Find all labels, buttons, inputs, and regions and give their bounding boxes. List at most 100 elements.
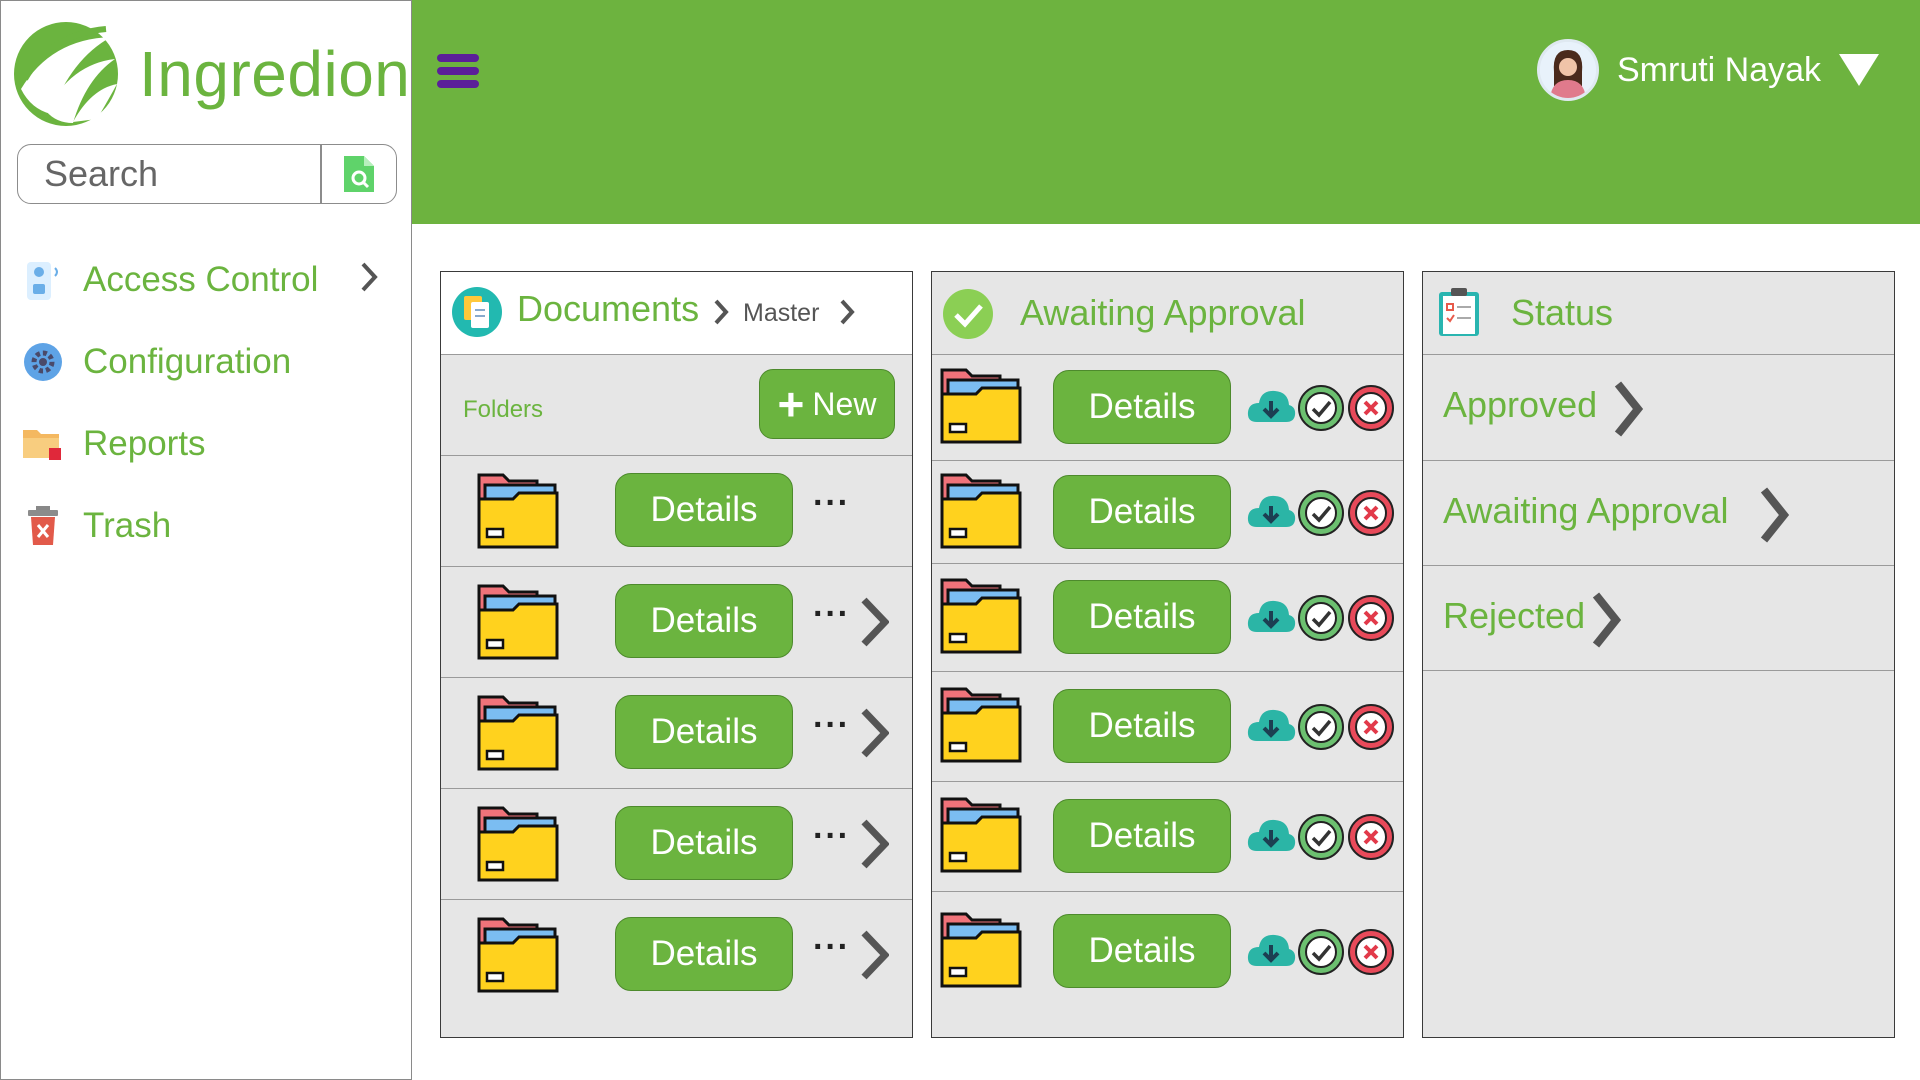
details-button[interactable]: Details [615, 695, 793, 769]
document-search-icon [344, 156, 374, 192]
access-control-icon [21, 258, 65, 302]
folder-icon[interactable] [940, 910, 1022, 990]
folder-icon[interactable] [477, 915, 559, 995]
approve-icon[interactable] [1296, 488, 1346, 538]
search-input[interactable] [28, 151, 328, 197]
reject-icon[interactable] [1346, 702, 1396, 752]
folder-icon[interactable] [477, 471, 559, 551]
folder-icon[interactable] [940, 366, 1022, 446]
details-button[interactable]: Details [1053, 689, 1231, 763]
folder-icon[interactable] [477, 582, 559, 662]
download-icon[interactable] [1245, 491, 1297, 533]
download-icon[interactable] [1245, 386, 1297, 428]
sidebar-item-configuration[interactable]: Configuration [21, 321, 401, 403]
chevron-right-icon [1613, 380, 1644, 443]
more-options-button[interactable]: ··· [813, 484, 850, 523]
approve-icon[interactable] [1296, 383, 1346, 433]
status-item-label: Awaiting Approval [1443, 490, 1729, 531]
chevron-right-icon[interactable] [839, 298, 855, 326]
user-menu[interactable]: Smruti Nayak [1537, 38, 1880, 102]
new-folder-button[interactable]: + New [759, 369, 895, 439]
details-button[interactable]: Details [615, 917, 793, 991]
folder-icon[interactable] [477, 693, 559, 773]
approve-icon[interactable] [1296, 812, 1346, 862]
sidebar-item-reports[interactable]: Reports [21, 403, 401, 485]
awaiting-panel-header: Awaiting Approval [932, 272, 1403, 355]
search-box [17, 144, 397, 204]
details-button[interactable]: Details [1053, 475, 1231, 549]
chevron-right-icon[interactable] [859, 930, 890, 985]
status-item-awaiting-approval[interactable]: Awaiting Approval [1423, 461, 1894, 566]
status-panel: Status Approved Awaiting Approval Reject… [1422, 271, 1895, 1038]
folders-label: Folders [463, 396, 544, 423]
approve-icon[interactable] [1296, 927, 1346, 977]
clipboard-icon [1439, 288, 1479, 336]
chevron-right-icon [1759, 486, 1790, 549]
folder-icon[interactable] [940, 685, 1022, 765]
details-button[interactable]: Details [1053, 914, 1231, 988]
more-options-button[interactable]: ··· [813, 928, 850, 967]
trash-icon [21, 504, 65, 548]
reject-icon[interactable] [1346, 593, 1396, 643]
status-item-rejected[interactable]: Rejected [1423, 566, 1894, 671]
sidebar-item-label: Trash [83, 506, 172, 545]
status-title: Status [1511, 292, 1614, 333]
download-icon[interactable] [1245, 815, 1297, 857]
table-row: Details ··· [441, 567, 912, 678]
folder-icon[interactable] [940, 576, 1022, 656]
search-button[interactable] [322, 145, 396, 203]
app-root: Ingredion Search Access Control Configur… [0, 0, 1920, 1080]
more-options-button[interactable]: ··· [813, 817, 850, 856]
details-button[interactable]: Details [1053, 799, 1231, 873]
plus-icon: + [777, 378, 805, 430]
reject-icon[interactable] [1346, 488, 1396, 538]
details-button[interactable]: Details [1053, 370, 1231, 444]
details-button[interactable]: Details [615, 806, 793, 880]
table-row: Details [932, 461, 1403, 564]
download-icon[interactable] [1245, 930, 1297, 972]
sidebar-nav: Access Control Configuration Reports Tra… [21, 239, 401, 567]
chevron-right-icon[interactable] [859, 597, 890, 652]
sidebar-item-label: Configuration [83, 342, 292, 381]
folder-icon[interactable] [477, 804, 559, 884]
reject-icon[interactable] [1346, 812, 1396, 862]
sidebar-item-label: Access Control [83, 260, 319, 299]
details-button[interactable]: Details [1053, 580, 1231, 654]
documents-panel: Documents Master Folders + New Details ·… [440, 271, 913, 1038]
details-button[interactable]: Details [615, 473, 793, 547]
awaiting-title: Awaiting Approval [1020, 292, 1306, 333]
avatar [1537, 39, 1599, 101]
documents-icon [452, 287, 502, 337]
reject-icon[interactable] [1346, 927, 1396, 977]
sidebar-item-access-control[interactable]: Access Control [21, 239, 401, 321]
status-panel-header: Status [1423, 272, 1894, 355]
hamburger-menu-button[interactable] [437, 54, 479, 88]
brand-logo[interactable]: Ingredion [11, 19, 411, 129]
ingredion-leaf-icon [14, 22, 118, 126]
folder-icon[interactable] [940, 471, 1022, 551]
reports-folder-icon [21, 422, 65, 466]
sidebar-item-trash[interactable]: Trash [21, 485, 401, 567]
details-button[interactable]: Details [615, 584, 793, 658]
chevron-right-icon [1591, 591, 1622, 654]
more-options-button[interactable]: ··· [813, 706, 850, 745]
chevron-right-icon[interactable] [859, 708, 890, 763]
download-icon[interactable] [1245, 705, 1297, 747]
more-options-button[interactable]: ··· [813, 595, 850, 634]
breadcrumb-master[interactable]: Master [743, 299, 819, 328]
reject-icon[interactable] [1346, 383, 1396, 433]
download-icon[interactable] [1245, 596, 1297, 638]
check-circle-icon [943, 289, 993, 339]
chevron-right-icon[interactable] [859, 819, 890, 874]
documents-title[interactable]: Documents [517, 288, 699, 330]
awaiting-approval-panel: Awaiting Approval Details Details Detail… [931, 271, 1404, 1038]
approve-icon[interactable] [1296, 702, 1346, 752]
table-row: Details ··· [441, 789, 912, 900]
table-row: Details [932, 892, 1403, 1012]
status-item-approved[interactable]: Approved [1423, 355, 1894, 461]
folder-icon[interactable] [940, 795, 1022, 875]
user-name: Smruti Nayak [1617, 50, 1822, 89]
caret-down-icon[interactable] [1839, 54, 1880, 86]
table-row: Details ··· [441, 678, 912, 789]
approve-icon[interactable] [1296, 593, 1346, 643]
